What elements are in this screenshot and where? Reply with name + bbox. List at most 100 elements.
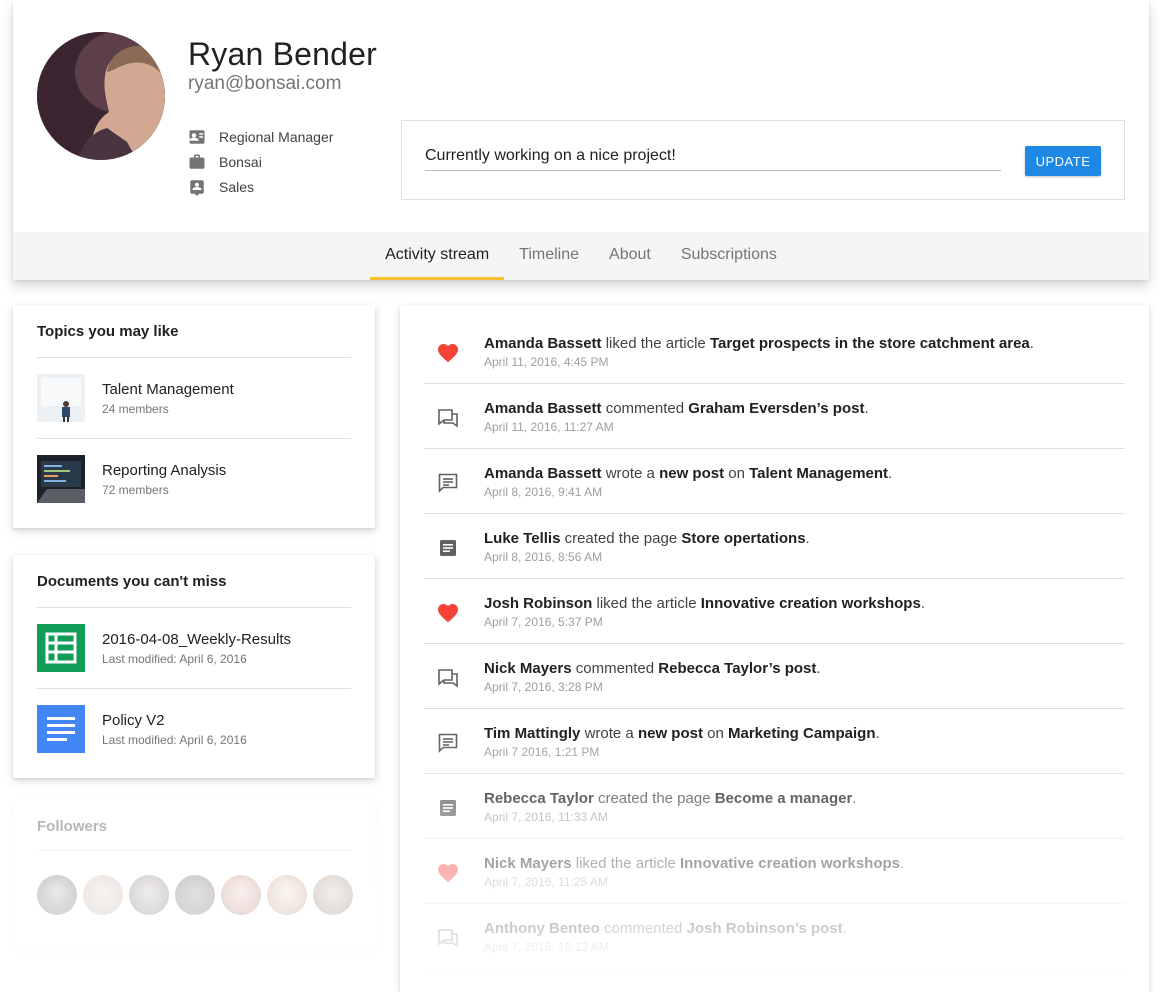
follower-avatar[interactable]: [129, 875, 169, 915]
activity-text: Josh Robinson liked the article Innovati…: [484, 595, 925, 612]
activity-actor[interactable]: Amanda Bassett: [484, 335, 602, 352]
activity-list: Amanda Bassett liked the article Target …: [424, 319, 1125, 969]
profile-details: Regional Manager Bonsai Sales: [188, 124, 333, 199]
account-box-icon: [188, 178, 206, 196]
activity-item[interactable]: Amanda Bassett commented Graham Eversden…: [424, 384, 1125, 449]
activity-end: .: [900, 855, 905, 872]
follower-avatar[interactable]: [313, 875, 353, 915]
activity-time: April 7, 2016, 5:37 PM: [484, 615, 603, 629]
activity-target[interactable]: new post: [638, 725, 703, 742]
activity-end: .: [1029, 335, 1034, 352]
activity-time: April 11, 2016, 11:27 AM: [484, 420, 614, 434]
activity-end: .: [864, 400, 869, 417]
tab-subscriptions[interactable]: Subscriptions: [666, 232, 792, 280]
activity-actor[interactable]: Luke Tellis: [484, 530, 560, 547]
activity-time: April 7, 2016, 11:33 AM: [484, 810, 608, 824]
topic-members: 72 members: [102, 482, 169, 497]
activity-text: Anthony Benteo commented Josh Robinson’s…: [484, 920, 847, 937]
activity-target[interactable]: Innovative creation workshops: [701, 595, 921, 612]
topics-title: Topics you may like: [37, 323, 179, 340]
topic-item-reporting-analysis[interactable]: Reporting Analysis 72 members: [13, 439, 375, 519]
activity-target[interactable]: Innovative creation workshops: [680, 855, 900, 872]
activity-target-secondary[interactable]: Talent Management: [749, 465, 888, 482]
heart-icon: [436, 861, 460, 885]
activity-item[interactable]: Josh Robinson liked the article Innovati…: [424, 579, 1125, 644]
activity-verb: created the page: [560, 530, 682, 547]
forum-icon: [436, 406, 460, 430]
activity-item[interactable]: Amanda Bassett wrote a new post on Talen…: [424, 449, 1125, 514]
activity-verb: liked the article: [571, 855, 680, 872]
document-modified: Last modified: April 6, 2016: [102, 732, 247, 747]
tab-timeline[interactable]: Timeline: [504, 232, 594, 280]
profile-company: Bonsai: [188, 149, 333, 174]
activity-target[interactable]: new post: [659, 465, 724, 482]
forum-icon: [436, 666, 460, 690]
activity-actor[interactable]: Amanda Bassett: [484, 465, 602, 482]
tab-about[interactable]: About: [594, 232, 666, 280]
activity-actor[interactable]: Nick Mayers: [484, 855, 572, 872]
followers-list: [13, 851, 375, 915]
message-icon: [436, 471, 460, 495]
activity-actor[interactable]: Anthony Benteo: [484, 920, 600, 937]
activity-target[interactable]: Graham Eversden’s post: [688, 400, 864, 417]
heart-icon: [436, 601, 460, 625]
update-button[interactable]: UPDATE: [1025, 146, 1101, 176]
activity-actor[interactable]: Nick Mayers: [484, 660, 572, 677]
document-title: 2016-04-08_Weekly-Results: [102, 630, 291, 648]
activity-target[interactable]: Become a manager: [715, 790, 853, 807]
activity-time: April 8, 2016, 8:56 AM: [484, 550, 603, 564]
activity-verb: commented: [601, 400, 689, 417]
activity-target[interactable]: Store opertations: [681, 530, 805, 547]
activity-target[interactable]: Target prospects in the store catchment …: [710, 335, 1030, 352]
activity-end: .: [888, 465, 893, 482]
topic-members: 24 members: [102, 401, 169, 416]
tab-activity-stream[interactable]: Activity stream: [370, 232, 505, 280]
status-input[interactable]: [425, 145, 1001, 171]
profile-avatar[interactable]: [37, 32, 165, 160]
topic-item-talent-management[interactable]: Talent Management 24 members: [13, 358, 375, 438]
profile-name: Ryan Bender: [188, 36, 377, 72]
activity-target[interactable]: Rebecca Taylor’s post: [658, 660, 816, 677]
document-item-weekly-results[interactable]: 2016-04-08_Weekly-Results Last modified:…: [13, 608, 375, 688]
activity-text: Luke Tellis created the page Store opert…: [484, 530, 810, 547]
activity-text: Rebecca Taylor created the page Become a…: [484, 790, 856, 807]
activity-text: Nick Mayers liked the article Innovative…: [484, 855, 904, 872]
profile-department: Sales: [188, 174, 333, 199]
activity-target[interactable]: Josh Robinson’s post: [687, 920, 843, 937]
activity-actor[interactable]: Rebecca Taylor: [484, 790, 594, 807]
activity-item[interactable]: Tim Mattingly wrote a new post on Market…: [424, 709, 1125, 774]
activity-text: Amanda Bassett liked the article Target …: [484, 335, 1034, 352]
documents-title: Documents you can't miss: [37, 573, 227, 590]
follower-avatar[interactable]: [37, 875, 77, 915]
activity-end: .: [805, 530, 810, 547]
activity-item[interactable]: Nick Mayers commented Rebecca Taylor’s p…: [424, 644, 1125, 709]
activity-actor[interactable]: Tim Mattingly: [484, 725, 580, 742]
spreadsheet-icon: [37, 624, 85, 672]
activity-end: .: [852, 790, 857, 807]
activity-item[interactable]: Amanda Bassett liked the article Target …: [424, 319, 1125, 384]
activity-end: .: [842, 920, 847, 937]
page-icon: [436, 796, 460, 820]
activity-actor[interactable]: Josh Robinson: [484, 595, 592, 612]
document-item-policy-v2[interactable]: Policy V2 Last modified: April 6, 2016: [13, 689, 375, 769]
topic-title: Talent Management: [102, 380, 234, 398]
activity-item[interactable]: Anthony Benteo commented Josh Robinson’s…: [424, 904, 1125, 969]
follower-avatar[interactable]: [83, 875, 123, 915]
profile-tabs: Activity stream Timeline About Subscript…: [13, 232, 1149, 280]
activity-end: .: [875, 725, 880, 742]
activity-target-secondary[interactable]: Marketing Campaign: [728, 725, 876, 742]
activity-verb: liked the article: [601, 335, 710, 352]
activity-verb: wrote a: [601, 465, 660, 482]
followers-card: Followers: [13, 800, 375, 950]
job-title-label: Regional Manager: [219, 128, 334, 145]
activity-item[interactable]: Luke Tellis created the page Store opert…: [424, 514, 1125, 579]
follower-avatar[interactable]: [267, 875, 307, 915]
activity-text: Tim Mattingly wrote a new post on Market…: [484, 725, 880, 742]
activity-item[interactable]: Rebecca Taylor created the page Become a…: [424, 774, 1125, 839]
follower-avatar[interactable]: [221, 875, 261, 915]
follower-avatar[interactable]: [175, 875, 215, 915]
activity-verb: commented: [599, 920, 687, 937]
activity-actor[interactable]: Amanda Bassett: [484, 400, 602, 417]
topic-thumbnail: [37, 455, 85, 503]
activity-item[interactable]: Nick Mayers liked the article Innovative…: [424, 839, 1125, 904]
